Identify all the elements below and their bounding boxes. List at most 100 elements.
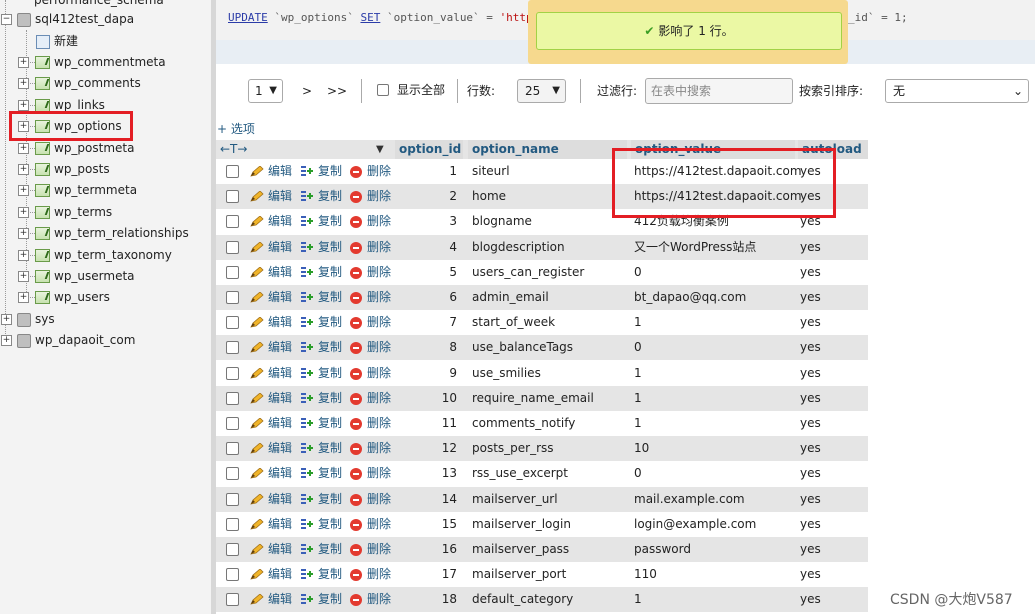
delete-icon[interactable] <box>350 443 362 456</box>
cell-option-id[interactable]: 2 <box>416 184 457 209</box>
table-row[interactable]: 编辑 复制 删除 18 default_category 1 yes <box>216 587 868 613</box>
cell-option-id[interactable]: 1 <box>416 159 457 184</box>
delete-icon[interactable] <box>350 216 362 229</box>
copy-icon[interactable] <box>300 190 314 203</box>
tree-table-wp-users[interactable]: + wp_users <box>0 287 205 307</box>
row-checkbox[interactable] <box>226 593 239 607</box>
copy-icon[interactable] <box>300 467 314 480</box>
expand-icon[interactable]: + <box>18 271 29 282</box>
delete-icon[interactable] <box>350 191 362 204</box>
copy-button[interactable]: 复制 <box>318 436 342 461</box>
cell-option-name[interactable]: users_can_register <box>472 260 584 285</box>
row-checkbox[interactable] <box>226 442 239 456</box>
cell-option-value[interactable]: mail.example.com <box>634 487 745 512</box>
delete-button[interactable]: 删除 <box>367 587 391 612</box>
copy-icon[interactable] <box>300 518 314 531</box>
row-checkbox[interactable] <box>226 366 239 380</box>
cell-option-value[interactable]: 1 <box>634 411 642 436</box>
row-checkbox[interactable] <box>226 417 239 430</box>
table-row[interactable]: 编辑 复制 删除 14 mailserver_url mail.example.com ye… <box>216 486 868 512</box>
cell-option-id[interactable]: 10 <box>416 386 457 411</box>
cell-option-value[interactable]: 又一个WordPress站点 <box>634 235 756 260</box>
cell-option-name[interactable]: default_category <box>472 587 573 612</box>
column-header-option-id[interactable]: option_id <box>399 141 461 158</box>
cell-option-value[interactable]: 10 <box>634 436 649 461</box>
pencil-icon[interactable] <box>250 341 264 353</box>
cell-option-id[interactable]: 7 <box>416 310 457 335</box>
tree-table-wp-termmeta[interactable]: + wp_termmeta <box>0 180 205 200</box>
expand-icon[interactable]: + <box>18 78 29 90</box>
cell-option-value[interactable]: 0 <box>634 335 642 360</box>
pencil-icon[interactable] <box>250 593 264 605</box>
pencil-icon[interactable] <box>250 518 264 530</box>
page-select[interactable]: 1 ▼ <box>248 79 283 103</box>
cell-option-name[interactable]: use_balanceTags <box>472 335 573 360</box>
delete-icon[interactable] <box>350 544 362 556</box>
delete-button[interactable]: 删除 <box>367 461 391 486</box>
pencil-icon[interactable] <box>250 165 264 177</box>
row-checkbox[interactable] <box>226 190 239 204</box>
edit-button[interactable]: 编辑 <box>268 209 292 234</box>
copy-button[interactable]: 复制 <box>318 386 342 411</box>
delete-button[interactable]: 删除 <box>367 335 391 360</box>
delete-button[interactable]: 删除 <box>367 361 391 386</box>
row-checkbox[interactable] <box>226 492 239 506</box>
cell-autoload[interactable]: yes <box>800 361 821 386</box>
cell-option-value[interactable]: password <box>634 537 691 562</box>
cell-option-value[interactable]: 1 <box>634 587 642 612</box>
row-checkbox[interactable] <box>226 517 239 531</box>
copy-icon[interactable] <box>300 593 314 606</box>
edit-button[interactable]: 编辑 <box>268 386 292 411</box>
expand-icon[interactable]: + <box>18 164 29 175</box>
expand-icon[interactable]: + <box>18 185 29 197</box>
copy-button[interactable]: 复制 <box>318 537 342 562</box>
edit-button[interactable]: 编辑 <box>268 487 292 512</box>
copy-icon[interactable] <box>300 392 314 405</box>
delete-icon[interactable] <box>350 166 362 178</box>
tree-table-wp-usermeta[interactable]: + wp_usermeta <box>0 266 205 286</box>
cell-option-name[interactable]: start_of_week <box>472 310 555 335</box>
table-row[interactable]: 编辑 复制 删除 8 use_balanceTags 0 yes <box>216 335 868 361</box>
pencil-icon[interactable] <box>250 467 264 479</box>
cell-option-name[interactable]: blogname <box>472 209 532 234</box>
cell-option-id[interactable]: 4 <box>416 235 457 260</box>
edit-button[interactable]: 编辑 <box>268 285 292 310</box>
copy-button[interactable]: 复制 <box>318 235 342 260</box>
table-row[interactable]: 编辑 复制 删除 4 blogdescription 又一个WordPress站点 yes <box>216 234 868 260</box>
row-checkbox[interactable] <box>226 391 239 405</box>
copy-icon[interactable] <box>300 442 314 455</box>
pencil-icon[interactable] <box>250 392 264 404</box>
cell-option-id[interactable]: 17 <box>416 562 457 587</box>
tree-db-sys[interactable]: + sys <box>0 309 205 329</box>
edit-button[interactable]: 编辑 <box>268 235 292 260</box>
edit-button[interactable]: 编辑 <box>268 361 292 386</box>
pencil-icon[interactable] <box>250 442 264 454</box>
tree-table-wp-commentmeta[interactable]: + wp_commentmeta <box>0 52 205 72</box>
expand-icon[interactable]: + <box>1 335 12 346</box>
row-checkbox[interactable] <box>226 316 239 330</box>
cell-option-id[interactable]: 8 <box>416 335 457 360</box>
cell-option-id[interactable]: 16 <box>416 537 457 562</box>
cell-option-value[interactable]: 0 <box>634 260 642 285</box>
pencil-icon[interactable] <box>250 215 264 227</box>
expand-icon[interactable]: + <box>18 57 29 68</box>
delete-icon[interactable] <box>350 518 362 531</box>
cell-autoload[interactable]: yes <box>800 512 821 537</box>
cell-option-id[interactable]: 18 <box>416 587 457 612</box>
cell-option-id[interactable]: 12 <box>416 436 457 461</box>
edit-button[interactable]: 编辑 <box>268 260 292 285</box>
tree-table-wp-posts[interactable]: + wp_posts <box>0 159 205 179</box>
cell-autoload[interactable]: yes <box>800 235 821 260</box>
copy-button[interactable]: 复制 <box>318 512 342 537</box>
edit-button[interactable]: 编辑 <box>268 512 292 537</box>
row-checkbox[interactable] <box>226 341 239 355</box>
edit-button[interactable]: 编辑 <box>268 562 292 587</box>
copy-icon[interactable] <box>300 266 314 279</box>
delete-icon[interactable] <box>350 418 362 430</box>
row-checkbox[interactable] <box>226 291 239 304</box>
delete-button[interactable]: 删除 <box>367 260 391 285</box>
copy-icon[interactable] <box>300 341 314 354</box>
column-move-arrows[interactable]: ←T→ <box>220 141 247 158</box>
tree-db-wp-dapaoit-com[interactable]: + wp_dapaoit_com <box>0 330 205 350</box>
table-row[interactable]: 编辑 复制 删除 17 mailserver_port 110 yes <box>216 562 868 588</box>
